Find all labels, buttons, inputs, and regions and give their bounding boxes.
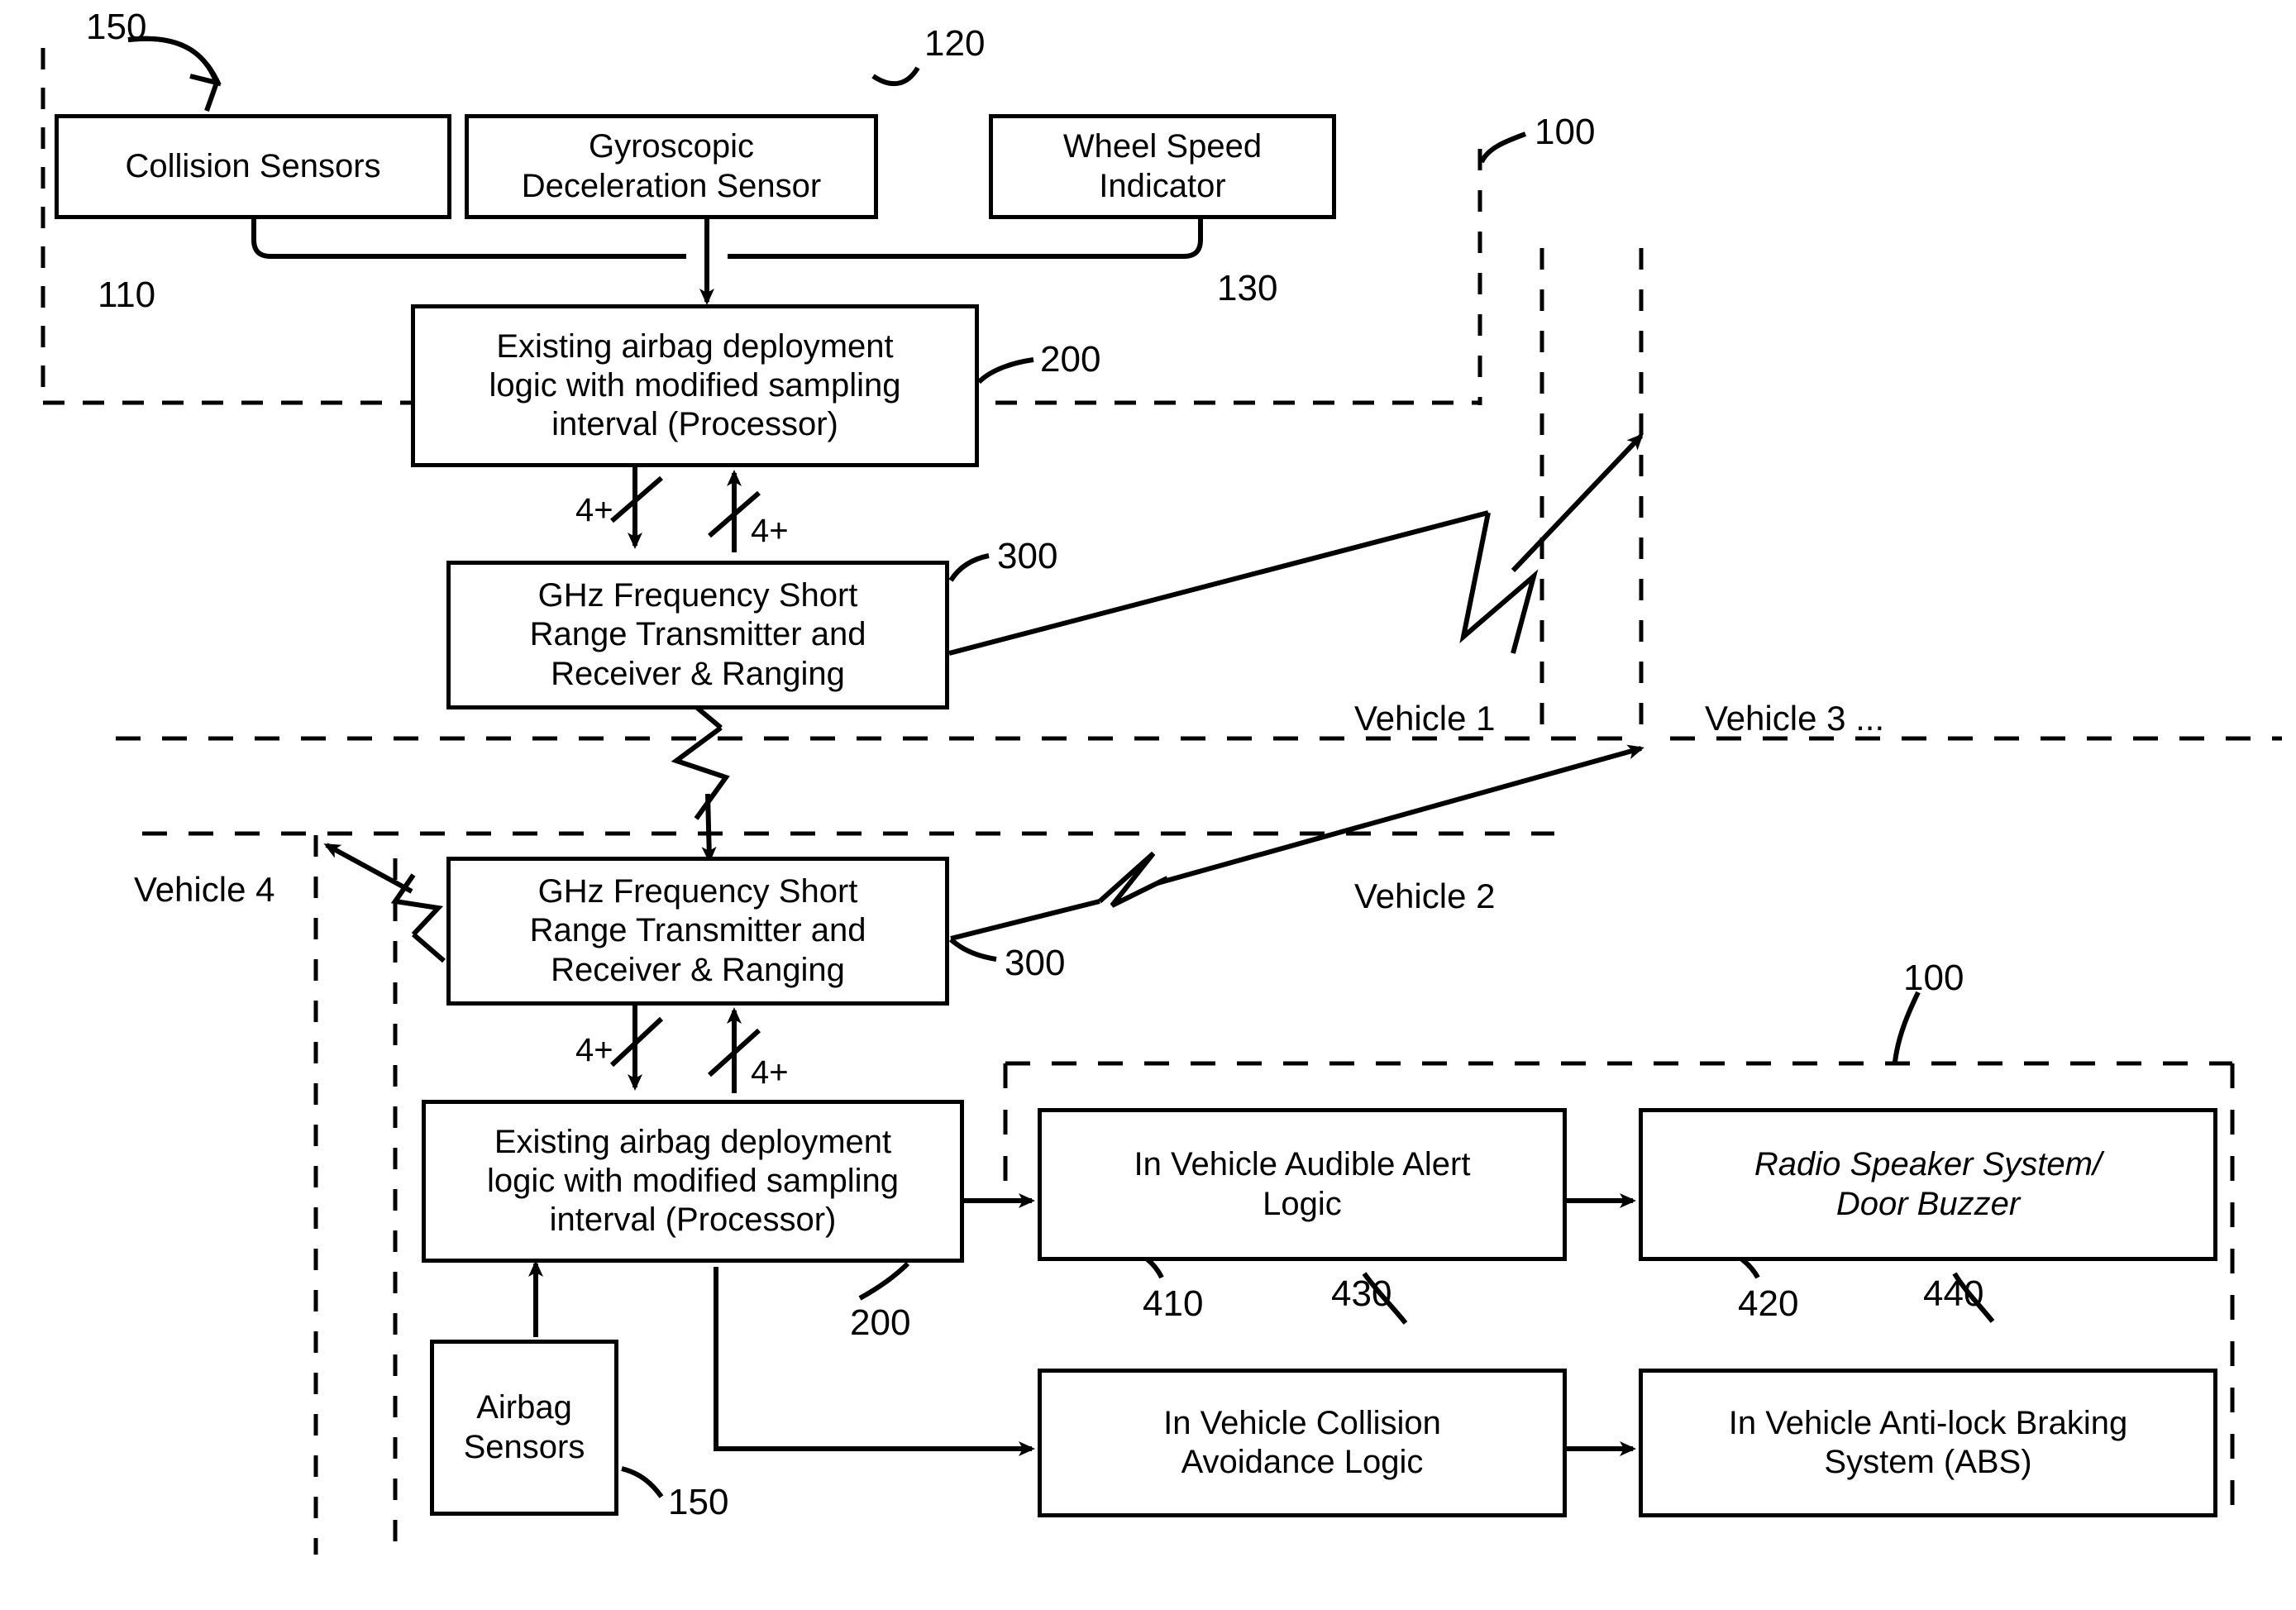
- ref-430: 430: [1331, 1273, 1392, 1314]
- ref-150-top: 150: [86, 7, 147, 47]
- ref-300-top: 300: [997, 536, 1058, 576]
- signal-label-bus-down-top: 4+: [575, 492, 613, 528]
- patent-figure: Collision Sensors Gyroscopic Deceleratio…: [0, 0, 2296, 1610]
- ref-110: 110: [98, 275, 156, 315]
- box-ghz-transceiver-vehicle2[interactable]: GHz Frequency Short Range Transmitter an…: [446, 857, 949, 1006]
- ref-200-top: 200: [1040, 339, 1101, 380]
- ref-100-top: 100: [1535, 112, 1596, 152]
- ref-200-bottom: 200: [850, 1302, 911, 1343]
- box-collision-sensors[interactable]: Collision Sensors: [55, 114, 451, 219]
- box-airbag-deployment-logic-vehicle2[interactable]: Existing airbag deployment logic with mo…: [422, 1100, 964, 1263]
- signal-label-bus-up-bottom: 4+: [751, 1054, 789, 1091]
- connector-wheelspeed-to-processor: [728, 217, 1203, 259]
- box-radio-speaker-system-door-buzzer[interactable]: Radio Speaker System/ Door Buzzer: [1639, 1108, 2217, 1261]
- box-airbag-deployment-logic-vehicle2-label: Existing airbag deployment logic with mo…: [486, 1123, 899, 1239]
- rf-link-vehicle1-to-vehicle2: [671, 705, 730, 863]
- rf-link-vehicle2-to-vehicle3: [950, 744, 1644, 941]
- box-ghz-transceiver-vehicle2-label: GHz Frequency Short Range Transmitter an…: [529, 873, 866, 988]
- connector-processor-to-collision-avoidance: [714, 1267, 1035, 1456]
- box-in-vehicle-collision-avoidance-logic-label: In Vehicle Collision Avoidance Logic: [1163, 1404, 1441, 1480]
- ref-150-bottom: 150: [668, 1482, 729, 1522]
- box-gyroscopic-deceleration-sensor[interactable]: Gyroscopic Deceleration Sensor: [465, 114, 878, 219]
- dashed-boundary-vehicle1: [1477, 149, 1644, 736]
- ref-130: 130: [1217, 268, 1278, 308]
- box-airbag-deployment-logic-vehicle1-label: Existing airbag deployment logic with mo…: [489, 327, 901, 443]
- label-vehicle-4: Vehicle 4: [134, 870, 275, 909]
- connector-ghz-to-processor-bottom: [609, 1005, 664, 1091]
- box-radio-speaker-system-door-buzzer-label: Radio Speaker System/ Door Buzzer: [1754, 1146, 2103, 1222]
- box-ghz-transceiver-vehicle1[interactable]: GHz Frequency Short Range Transmitter an…: [446, 561, 949, 709]
- box-in-vehicle-audible-alert-logic-label: In Vehicle Audible Alert Logic: [1134, 1146, 1471, 1222]
- rf-link-vehicle2-to-vehicle4: [323, 843, 446, 963]
- box-wheel-speed-indicator[interactable]: Wheel Speed Indicator: [989, 114, 1336, 219]
- connector-processor-to-ghz-top: [610, 467, 663, 549]
- signal-label-bus-down-bottom: 4+: [575, 1032, 613, 1068]
- box-in-vehicle-collision-avoidance-logic[interactable]: In Vehicle Collision Avoidance Logic: [1038, 1369, 1567, 1517]
- ref-440: 440: [1923, 1273, 1984, 1314]
- ref-100-bottom: 100: [1903, 958, 1964, 998]
- box-in-vehicle-abs[interactable]: In Vehicle Anti-lock Braking System (ABS…: [1639, 1369, 2217, 1517]
- dashed-boundary-vehicle4: [313, 835, 398, 1555]
- signal-label-bus-up-top: 4+: [751, 513, 789, 549]
- ref-410: 410: [1143, 1283, 1204, 1324]
- label-vehicle-2: Vehicle 2: [1354, 877, 1496, 915]
- label-vehicle-3: Vehicle 3 ...: [1705, 699, 1885, 738]
- box-gyroscopic-deceleration-sensor-label: Gyroscopic Deceleration Sensor: [521, 128, 822, 204]
- box-ghz-transceiver-vehicle1-label: GHz Frequency Short Range Transmitter an…: [529, 577, 866, 692]
- ref-420: 420: [1738, 1283, 1799, 1324]
- box-airbag-deployment-logic-vehicle1[interactable]: Existing airbag deployment logic with mo…: [411, 304, 979, 467]
- label-vehicle-1: Vehicle 1: [1354, 699, 1496, 738]
- box-airbag-sensors-label: Airbag Sensors: [463, 1389, 585, 1465]
- box-collision-sensors-label: Collision Sensors: [125, 147, 381, 184]
- box-in-vehicle-abs-label: In Vehicle Anti-lock Braking System (ABS…: [1728, 1404, 2128, 1480]
- ref-120: 120: [924, 23, 986, 64]
- box-wheel-speed-indicator-label: Wheel Speed Indicator: [1062, 128, 1263, 204]
- box-airbag-sensors[interactable]: Airbag Sensors: [430, 1340, 618, 1516]
- ref-300-bottom: 300: [1005, 943, 1066, 983]
- box-in-vehicle-audible-alert-logic[interactable]: In Vehicle Audible Alert Logic: [1038, 1108, 1567, 1261]
- connector-collision-to-processor: [251, 217, 686, 259]
